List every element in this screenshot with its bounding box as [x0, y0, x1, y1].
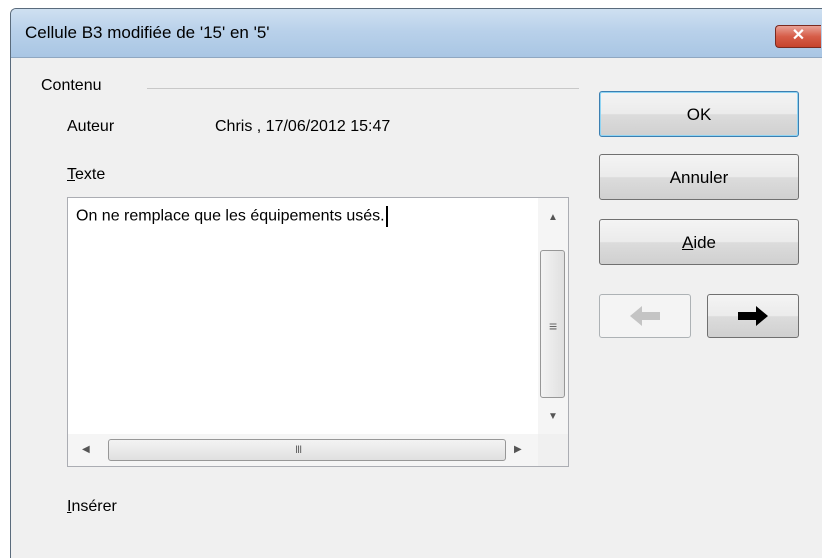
comment-text[interactable]: On ne remplace que les équipements usés.	[76, 206, 388, 227]
arrow-right-icon	[738, 306, 768, 326]
horizontal-scroll-thumb[interactable]	[108, 439, 506, 461]
scroll-corner	[538, 434, 568, 466]
close-icon: ✕	[791, 27, 806, 44]
group-divider	[147, 88, 579, 89]
ok-button[interactable]: OK	[599, 91, 799, 137]
author-label: Auteur	[67, 118, 115, 135]
author-value: Chris , 17/06/2012 15:47	[215, 118, 391, 135]
comment-textarea[interactable]: On ne remplace que les équipements usés.…	[67, 197, 569, 467]
help-label-rest: ide	[693, 233, 717, 252]
scroll-down-icon[interactable]: ▼	[548, 411, 558, 422]
grip-icon: III	[295, 444, 302, 456]
insert-label: Insérer	[67, 498, 117, 516]
scroll-right-icon[interactable]: ▶	[514, 444, 522, 455]
help-button[interactable]: Aide	[599, 219, 799, 265]
cancel-button[interactable]: Annuler	[599, 154, 799, 200]
change-dialog: Cellule B3 modifiée de '15' en '5' ✕ Con…	[10, 8, 822, 558]
text-label-mnemonic: T	[67, 166, 75, 183]
horizontal-scrollbar[interactable]: ◀ III ▶	[68, 434, 538, 466]
title-bar[interactable]: Cellule B3 modifiée de '15' en '5' ✕	[11, 9, 822, 58]
content-group-label: Contenu	[41, 77, 102, 94]
text-label: Texte	[67, 166, 105, 184]
arrow-left-icon	[630, 306, 660, 326]
close-button[interactable]: ✕	[775, 25, 821, 48]
window-title: Cellule B3 modifiée de '15' en '5'	[25, 23, 270, 42]
vertical-scrollbar[interactable]: ▲ ≡ ▼	[538, 198, 568, 434]
text-label-rest: exte	[75, 166, 106, 183]
comment-text-value: On ne remplace que les équipements usés.	[76, 207, 385, 225]
help-mnemonic: A	[681, 233, 694, 252]
next-button[interactable]	[707, 294, 799, 338]
scroll-up-icon[interactable]: ▲	[548, 212, 558, 223]
grip-icon: ≡	[549, 318, 558, 334]
previous-button[interactable]	[599, 294, 691, 338]
insert-label-rest: nsérer	[71, 498, 117, 515]
dialog-body: Contenu Auteur Chris , 17/06/2012 15:47 …	[11, 58, 822, 558]
scroll-left-icon[interactable]: ◀	[82, 444, 90, 455]
text-caret	[385, 206, 388, 227]
